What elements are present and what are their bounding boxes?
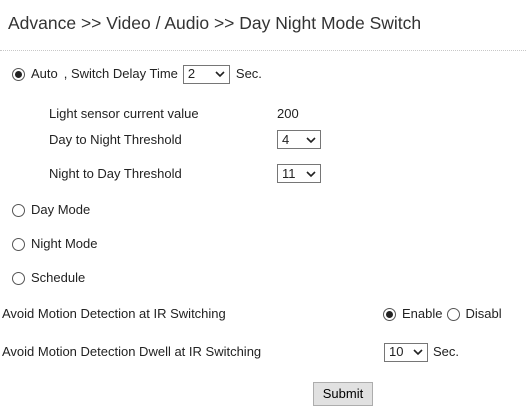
- night-mode-radio[interactable]: [12, 237, 25, 251]
- night-mode-label: Night Mode: [31, 236, 98, 251]
- day-to-night-value: 4: [282, 131, 290, 147]
- switch-delay-value: 2: [187, 66, 196, 81]
- night-mode-row: Night Mode: [12, 234, 97, 254]
- schedule-row: Schedule: [12, 268, 85, 288]
- auto-mode-row: Auto , Switch Delay Time 2 Sec.: [12, 64, 262, 84]
- avoid-motion-dwell-field: 10 Sec.: [384, 342, 459, 362]
- night-to-day-select[interactable]: 11: [277, 164, 321, 183]
- switch-delay-unit: Sec.: [235, 66, 262, 81]
- light-sensor-value: 200: [277, 106, 299, 121]
- enable-label: Enable: [402, 306, 443, 321]
- day-night-mode-page: Advance >> Video / Audio >> Day Night Mo…: [0, 0, 526, 414]
- enable-radio[interactable]: [383, 307, 396, 321]
- chevron-down-icon: [214, 68, 226, 80]
- night-to-day-value: 11: [282, 165, 296, 181]
- page-title: Advance >> Video / Audio >> Day Night Mo…: [8, 13, 422, 33]
- disable-label: Disabl: [465, 306, 502, 321]
- chevron-down-icon: [305, 168, 317, 180]
- switch-delay-select[interactable]: 2: [182, 64, 230, 84]
- avoid-motion-ir-options: Enable Disabl: [383, 304, 502, 324]
- day-to-night-field: 4: [277, 130, 321, 149]
- chevron-down-icon: [412, 346, 424, 358]
- chevron-down-icon: [305, 134, 317, 146]
- schedule-radio[interactable]: [12, 271, 25, 285]
- avoid-motion-dwell-label: Avoid Motion Detection Dwell at IR Switc…: [2, 344, 262, 359]
- night-to-day-field: 11: [277, 164, 321, 183]
- day-mode-label: Day Mode: [31, 202, 91, 217]
- day-mode-radio[interactable]: [12, 203, 25, 217]
- auto-mode-label: Auto: [31, 66, 58, 81]
- auto-mode-radio[interactable]: [12, 67, 25, 81]
- day-mode-row: Day Mode: [12, 200, 90, 220]
- day-to-night-label: Day to Night Threshold: [49, 132, 182, 147]
- disable-radio[interactable]: [447, 307, 461, 321]
- switch-delay-label: , Switch Delay Time: [63, 66, 178, 81]
- dwell-value: 10: [389, 344, 404, 359]
- schedule-label: Schedule: [31, 270, 86, 285]
- dwell-unit: Sec.: [433, 344, 460, 359]
- title-divider: [0, 50, 526, 51]
- submit-button[interactable]: Submit: [313, 382, 373, 406]
- dwell-select[interactable]: 10: [384, 342, 428, 362]
- night-to-day-label: Night to Day Threshold: [49, 166, 182, 181]
- avoid-motion-ir-label: Avoid Motion Detection at IR Switching: [2, 306, 226, 321]
- light-sensor-label: Light sensor current value: [49, 106, 199, 121]
- day-to-night-select[interactable]: 4: [277, 130, 321, 149]
